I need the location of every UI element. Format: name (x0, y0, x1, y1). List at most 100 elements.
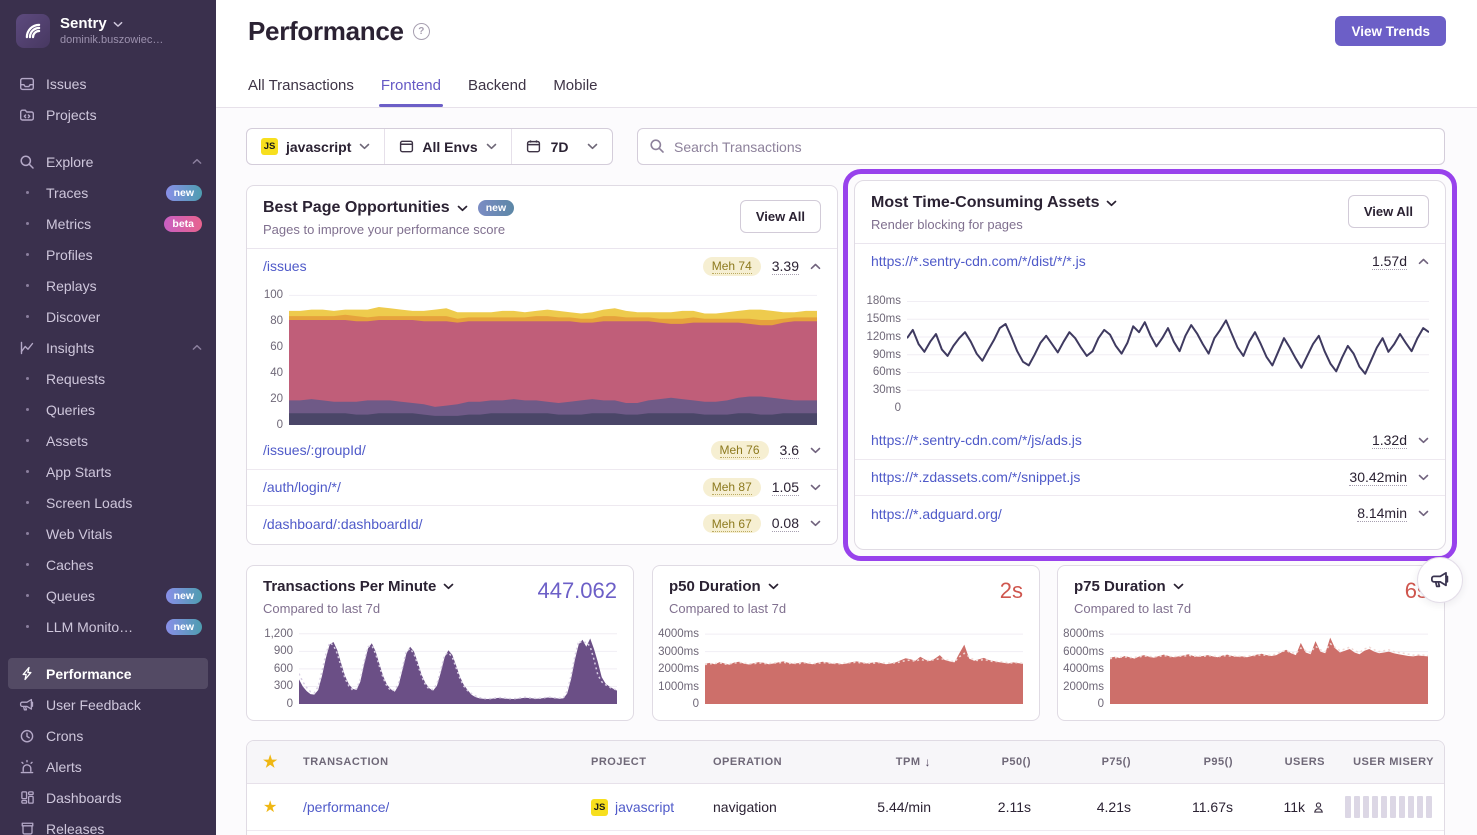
card-title[interactable]: Most Time-Consuming Assets (871, 194, 1429, 212)
transaction-link[interactable]: /performance/ (303, 799, 389, 815)
sidebar-item-caches[interactable]: Caches (0, 549, 216, 580)
sidebar-item-insights[interactable]: Insights (0, 332, 216, 363)
cell-p95: 11.67s (1141, 799, 1243, 815)
sidebar-item-profiles[interactable]: Profiles (0, 239, 216, 270)
table-row: ★/performance/JSjavascriptnavigation5.44… (247, 784, 1444, 831)
page-link[interactable]: /dashboard/:dashboardId/ (263, 516, 423, 532)
sidebar-item-user-feedback[interactable]: User Feedback (0, 689, 216, 720)
search-input[interactable] (637, 128, 1445, 165)
sidebar-item-replays[interactable]: Replays (0, 270, 216, 301)
project-link[interactable]: javascript (615, 799, 674, 815)
star-icon[interactable]: ★ (247, 752, 293, 772)
y-axis: 100806040200 (247, 285, 289, 425)
opportunity-value[interactable]: 1.05 (772, 479, 799, 496)
card-title[interactable]: Best Page Opportunities new (263, 199, 821, 217)
column-header-p95[interactable]: P95() (1141, 756, 1243, 768)
page-link[interactable]: /issues/:groupId/ (263, 442, 366, 458)
score-badge[interactable]: Meh 67 (703, 514, 761, 533)
sidebar-item-app-starts[interactable]: App Starts (0, 456, 216, 487)
tab-frontend[interactable]: Frontend (381, 77, 441, 107)
chevron-down-icon[interactable] (1418, 437, 1429, 444)
star-icon[interactable]: ★ (247, 797, 293, 817)
tab-backend[interactable]: Backend (468, 77, 526, 107)
chevron-up-icon[interactable] (192, 344, 202, 351)
sidebar-item-performance[interactable]: Performance (8, 658, 208, 689)
tab-all-transactions[interactable]: All Transactions (248, 77, 354, 107)
environment-filter[interactable]: All Envs (384, 129, 510, 164)
view-all-button[interactable]: View All (1348, 195, 1429, 228)
cell-transaction: /performance/ (293, 799, 581, 815)
asset-time-value[interactable]: 1.57d (1372, 253, 1407, 270)
opportunity-value[interactable]: 0.08 (772, 515, 799, 532)
chevron-down-icon (486, 143, 497, 150)
asset-time-value[interactable]: 30.42min (1349, 469, 1407, 486)
column-header-user-misery[interactable]: USER MISERY (1335, 756, 1444, 768)
score-badge[interactable]: Meh 76 (711, 441, 769, 460)
sidebar-item-queues[interactable]: Queuesnew (0, 580, 216, 611)
chevron-down-icon[interactable] (810, 484, 821, 491)
sidebar-item-dashboards[interactable]: Dashboards (0, 782, 216, 813)
asset-link[interactable]: https://*.sentry-cdn.com/*/js/ads.js (871, 432, 1082, 448)
opportunity-value[interactable]: 3.39 (772, 258, 799, 275)
sidebar-item-screen-loads[interactable]: Screen Loads (0, 487, 216, 518)
column-header-operation[interactable]: OPERATION (703, 756, 823, 768)
column-header-transaction[interactable]: TRANSACTION (293, 756, 581, 768)
chevron-up-icon[interactable] (810, 263, 821, 270)
asset-time-value[interactable]: 8.14min (1357, 505, 1407, 522)
asset-link[interactable]: https://*.sentry-cdn.com/*/dist/*/*.js (871, 253, 1086, 269)
column-header-project[interactable]: PROJECT (581, 756, 703, 768)
cell-p75: 4.21s (1041, 799, 1141, 815)
help-icon[interactable]: ? (413, 23, 430, 40)
feedback-fab-button[interactable] (1417, 557, 1463, 603)
date-range-filter[interactable]: 7D (511, 129, 612, 164)
chevron-down-icon[interactable] (1418, 510, 1429, 517)
sidebar-item-alerts[interactable]: Alerts (0, 751, 216, 782)
sidebar-item-crons[interactable]: Crons (0, 720, 216, 751)
sidebar-item-discover[interactable]: Discover (0, 301, 216, 332)
chevron-up-icon[interactable] (1418, 258, 1429, 265)
y-tick-label: 90ms (873, 349, 901, 361)
sidebar-item-label: Replays (46, 278, 97, 294)
metric-value: 2s (1000, 578, 1023, 604)
chart-canvas (289, 285, 817, 425)
page-header: Performance ? View Trends All Transactio… (216, 0, 1477, 108)
chevron-down-icon[interactable] (810, 520, 821, 527)
sidebar-item-releases[interactable]: Releases (0, 813, 216, 835)
sidebar-item-requests[interactable]: Requests (0, 363, 216, 394)
asset-time-value[interactable]: 1.32d (1372, 432, 1407, 449)
sidebar-item-web-vitals[interactable]: Web Vitals (0, 518, 216, 549)
metric-title[interactable]: p75 Duration (1074, 578, 1428, 595)
page-link[interactable]: /auth/login/*/ (263, 479, 341, 495)
sidebar-item-projects[interactable]: Projects (0, 99, 216, 130)
chevron-down-icon[interactable] (1418, 474, 1429, 481)
chevron-down-icon[interactable] (810, 447, 821, 454)
issues-icon (18, 75, 36, 93)
opportunity-value[interactable]: 3.6 (780, 442, 799, 459)
score-badge[interactable]: Meh 87 (703, 478, 761, 497)
column-header-users[interactable]: USERS (1243, 756, 1335, 768)
sidebar-item-traces[interactable]: Tracesnew (0, 177, 216, 208)
score-badge[interactable]: Meh 74 (703, 257, 761, 276)
sidebar-item-queries[interactable]: Queries (0, 394, 216, 425)
project-filter[interactable]: JS javascript (247, 129, 384, 164)
column-header-p50[interactable]: P50() (941, 756, 1041, 768)
chevron-up-icon[interactable] (192, 158, 202, 165)
y-axis: 4000ms3000ms2000ms1000ms0 (653, 628, 705, 704)
sidebar-item-llm-monito[interactable]: LLM Monito…new (0, 611, 216, 642)
view-all-button[interactable]: View All (740, 200, 821, 233)
sidebar-item-assets[interactable]: Assets (0, 425, 216, 456)
sidebar-item-metrics[interactable]: Metricsbeta (0, 208, 216, 239)
asset-link[interactable]: https://*.zdassets.com/*/snippet.js (871, 469, 1080, 485)
metric-title[interactable]: p50 Duration (669, 578, 1023, 595)
chevron-down-icon (768, 583, 779, 590)
asset-link[interactable]: https://*.adguard.org/ (871, 506, 1002, 522)
view-trends-button[interactable]: View Trends (1335, 16, 1446, 46)
column-header-p75[interactable]: P75() (1041, 756, 1141, 768)
bullet-icon (18, 556, 36, 574)
page-link[interactable]: /issues (263, 258, 307, 274)
column-header-tpm[interactable]: TPM↓ (823, 755, 941, 769)
org-switcher[interactable]: Sentry dominik.buszowiec… (0, 0, 216, 68)
tab-mobile[interactable]: Mobile (553, 77, 597, 107)
sidebar-item-issues[interactable]: Issues (0, 68, 216, 99)
sidebar-item-explore[interactable]: Explore (0, 146, 216, 177)
